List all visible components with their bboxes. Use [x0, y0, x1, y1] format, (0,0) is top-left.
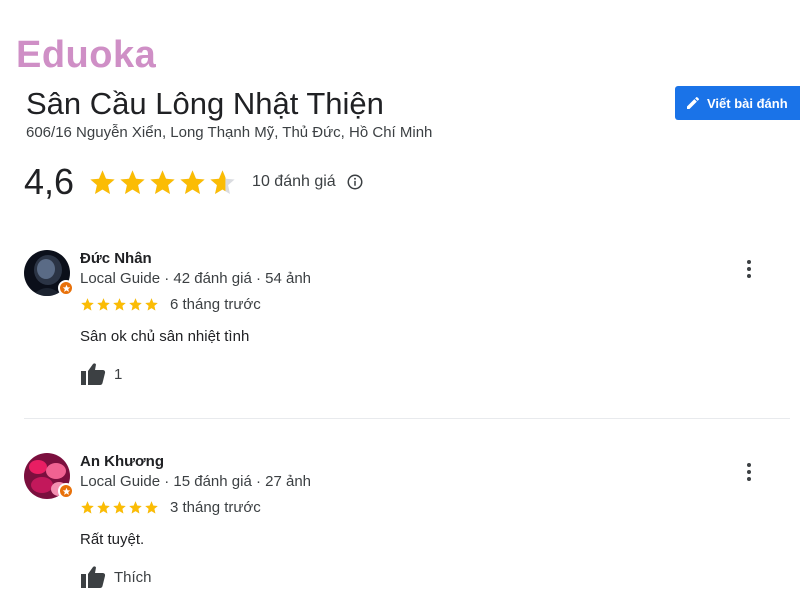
review-item: An Khương Local Guide · 15 đánh giá · 27…: [24, 453, 790, 593]
review-item: Đức Nhân Local Guide · 42 đánh giá · 54 …: [24, 250, 790, 390]
reviewer-name[interactable]: An Khương: [80, 453, 164, 470]
more-options-icon[interactable]: [740, 258, 758, 280]
rating-stars: [88, 168, 238, 197]
avatar[interactable]: [24, 453, 74, 499]
star-icon: [120, 169, 145, 194]
star-icon: [97, 298, 110, 311]
write-review-label: Viết bài đánh: [707, 95, 788, 111]
local-guide-badge-icon: [58, 280, 74, 296]
star-icon: [145, 501, 158, 514]
star-icon: [145, 298, 158, 311]
write-review-button[interactable]: Viết bài đánh: [675, 86, 800, 120]
info-icon[interactable]: [346, 173, 364, 191]
thumbs-up-icon: [81, 566, 106, 588]
like-button[interactable]: 1: [80, 362, 122, 386]
review-text: Rất tuyệt.: [80, 531, 145, 548]
review-time: 6 tháng trước: [170, 296, 261, 313]
review-time: 3 tháng trước: [170, 499, 261, 516]
star-icon: [90, 169, 115, 194]
local-guide-badge-icon: [58, 483, 74, 499]
review-count[interactable]: 10 đánh giá: [252, 173, 336, 191]
more-options-icon[interactable]: [740, 461, 758, 483]
star-icon: [129, 298, 142, 311]
reviewer-meta: Local Guide · 42 đánh giá · 54 ảnh: [80, 270, 311, 287]
star-icon: [113, 501, 126, 514]
star-icon: [150, 169, 175, 194]
eduoka-logo: Eduoka: [16, 34, 157, 76]
reviewer-meta: Local Guide · 15 đánh giá · 27 ảnh: [80, 473, 311, 490]
star-icon: [210, 169, 235, 194]
review-stars: [80, 500, 160, 515]
rating-summary: 4,6 10 đánh giá: [24, 160, 364, 204]
place-address: 606/16 Nguyễn Xiển, Long Thạnh Mỹ, Thủ Đ…: [26, 124, 433, 141]
thumbs-up-icon: [81, 363, 106, 385]
star-icon: [81, 298, 94, 311]
review-divider: [24, 418, 790, 419]
like-count: 1: [114, 365, 123, 383]
review-text: Sân ok chủ sân nhiệt tình: [80, 328, 250, 345]
rating-value: 4,6: [24, 161, 75, 202]
star-icon: [180, 169, 205, 194]
reviewer-name[interactable]: Đức Nhân: [80, 250, 152, 267]
star-icon: [129, 501, 142, 514]
like-button[interactable]: Thích: [80, 565, 152, 589]
star-icon: [97, 501, 110, 514]
place-title: Sân Cầu Lông Nhật Thiện: [26, 86, 384, 121]
like-label: Thích: [114, 568, 152, 586]
star-icon: [113, 298, 126, 311]
avatar[interactable]: [24, 250, 74, 296]
pencil-icon: [687, 96, 700, 109]
star-icon: [81, 501, 94, 514]
review-stars: [80, 297, 160, 312]
